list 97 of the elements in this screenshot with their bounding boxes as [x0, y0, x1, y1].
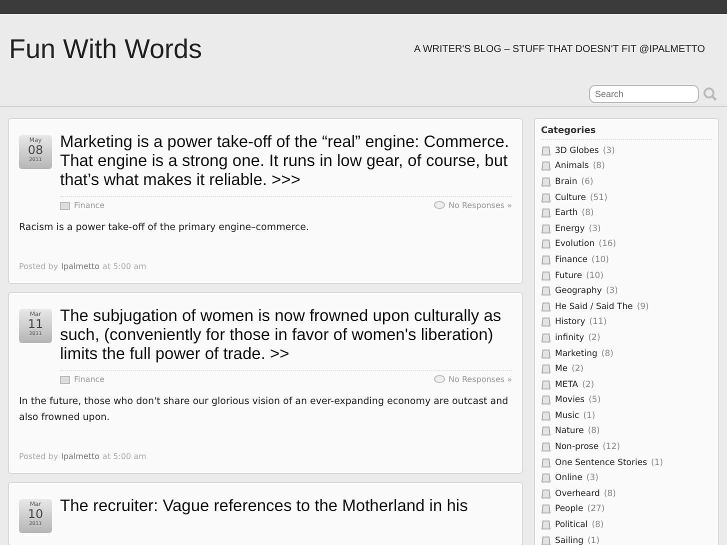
site-title: Fun With Words	[9, 34, 202, 65]
post-text: In the future, those who don't share our glorious vision of an ever-expanding economy are outcast and also frowned upon.	[19, 395, 510, 425]
category-link[interactable]: Overheard	[555, 488, 600, 499]
folder-icon	[60, 201, 70, 210]
category-link[interactable]: Online	[555, 473, 582, 484]
page-icon	[541, 410, 551, 421]
category-count: (8)	[601, 348, 614, 359]
category-link[interactable]: Energy	[555, 224, 585, 234]
posted-by-label: Posted by	[19, 262, 58, 271]
post-title[interactable]: The recruiter: Vague references to the Motherland in his	[60, 497, 512, 516]
category-link[interactable]: Marketing	[555, 348, 598, 359]
category-link[interactable]: 3D Globes	[555, 146, 599, 156]
category-link[interactable]: META	[555, 380, 578, 390]
category-link[interactable]: Culture	[555, 192, 586, 203]
post-title[interactable]: The subjugation of women is now frowned upon culturally as such, (conveniently for those in favor of women's liberation) limits the full power of trade. >>	[60, 307, 512, 364]
category-link[interactable]: Animals	[555, 161, 589, 172]
category-count: (1)	[583, 410, 596, 421]
category-link[interactable]: Earth	[555, 208, 578, 218]
category-count: (11)	[589, 317, 607, 328]
category-count: (5)	[588, 395, 601, 406]
page-icon	[541, 208, 551, 218]
category-count: (51)	[590, 192, 608, 203]
category-count: (8)	[604, 488, 616, 499]
category-count: (8)	[592, 161, 605, 172]
category-link[interactable]: Brain	[555, 176, 578, 187]
page-icon	[541, 520, 551, 530]
folder-icon	[60, 375, 70, 384]
sidebar-heading: Categories	[541, 126, 712, 140]
category-count: (16)	[598, 239, 616, 250]
page-icon	[541, 426, 551, 436]
category-link[interactable]: People	[555, 504, 584, 514]
page-icon	[541, 270, 551, 281]
category-link[interactable]: Sailing	[555, 536, 584, 545]
page-icon	[541, 239, 551, 250]
category-link[interactable]: Finance	[555, 254, 588, 265]
category-link[interactable]: infinity	[555, 332, 584, 343]
post-text: Racism is a power take-off of the primary engine–commerce.	[19, 221, 310, 235]
category-link[interactable]: Evolution	[555, 239, 595, 250]
page-icon	[541, 302, 551, 312]
category-count: (8)	[582, 208, 594, 218]
search-field[interactable]: Search	[589, 85, 699, 103]
author-link[interactable]: Ipalmetto	[61, 452, 100, 461]
category-count: (3)	[606, 286, 618, 296]
category-link[interactable]: Geography	[555, 286, 602, 296]
category-count: (1)	[587, 536, 600, 545]
category-count: (10)	[592, 254, 609, 265]
category-count: (1)	[651, 458, 664, 468]
page-icon	[541, 286, 551, 296]
speech-bubble-icon	[434, 375, 445, 384]
page-icon	[541, 192, 551, 203]
posted-by-label: Posted by	[19, 452, 58, 461]
page-icon	[541, 364, 551, 374]
category-count: (12)	[602, 442, 620, 452]
category-link[interactable]: Me	[555, 364, 568, 374]
page-icon	[541, 146, 551, 156]
page-icon	[541, 380, 551, 390]
category-link[interactable]: History	[555, 317, 586, 328]
post-time: at 5:00 am	[102, 452, 146, 461]
page-icon	[541, 395, 551, 406]
page-icon	[541, 488, 551, 499]
category-count: (2)	[572, 364, 584, 374]
speech-bubble-icon	[434, 201, 445, 210]
search-icon[interactable]	[703, 87, 717, 101]
category-link[interactable]: He Said / Said The	[555, 302, 633, 312]
page-icon	[541, 317, 551, 328]
category-count: (6)	[581, 176, 594, 187]
page-icon	[541, 176, 551, 187]
category-count: (3)	[588, 224, 601, 234]
page-icon	[541, 224, 551, 234]
category-count: (9)	[636, 302, 649, 312]
category-link[interactable]: Movies	[555, 395, 585, 406]
category-count: (2)	[582, 380, 594, 390]
category-count: (27)	[587, 504, 605, 514]
page-icon	[541, 348, 551, 359]
category-link[interactable]: Nature	[555, 426, 584, 436]
category-link[interactable]: Future	[555, 270, 582, 281]
site-tagline: A WRITER'S BLOG – STUFF THAT DOESN'T FIT @IPALMETTO	[414, 44, 705, 55]
author-link[interactable]: Ipalmetto	[61, 262, 100, 271]
page-icon	[541, 161, 551, 172]
category-count: (2)	[588, 332, 600, 343]
page-icon	[541, 473, 551, 484]
category-link[interactable]: One Sentence Stories	[555, 458, 648, 468]
page-icon	[541, 332, 551, 343]
page-icon	[541, 458, 551, 468]
page-icon	[541, 254, 551, 265]
category-count: (3)	[586, 473, 598, 484]
category-count: (10)	[586, 270, 604, 281]
category-count: (8)	[592, 520, 604, 530]
category-link[interactable]: Music	[555, 410, 580, 421]
category-link[interactable]: Non-prose	[555, 442, 599, 452]
post-title[interactable]: Marketing is a power take-off of the “real” engine: Commerce. That engine is a strong one. It runs in low gear, of course, but that’s what makes it reliable. >>>	[60, 133, 512, 190]
page-icon	[541, 504, 551, 514]
page-icon	[541, 442, 551, 452]
category-link[interactable]: Political	[555, 520, 588, 530]
post-time: at 5:00 am	[102, 262, 146, 271]
category-count: (3)	[602, 146, 615, 156]
category-count: (8)	[588, 426, 600, 436]
